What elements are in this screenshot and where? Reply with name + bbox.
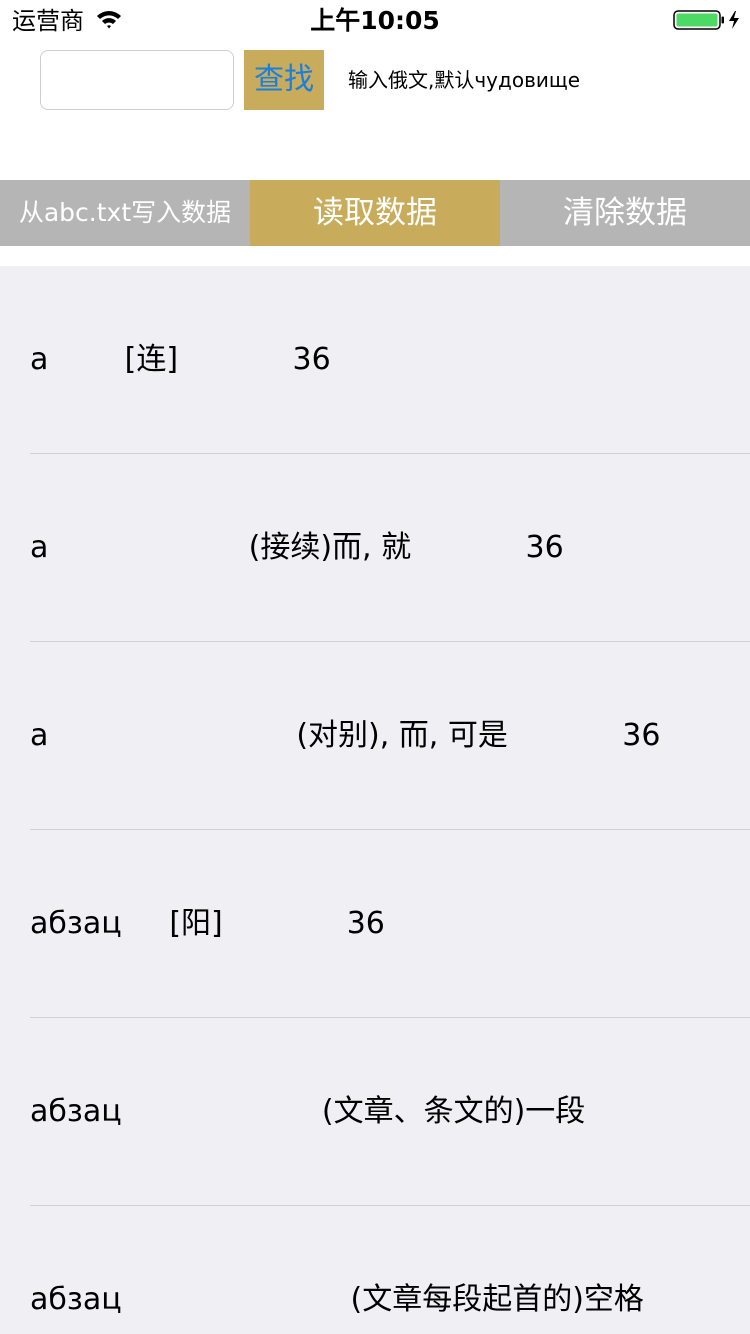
clear-data-button[interactable]: 清除数据 xyxy=(500,180,750,246)
action-bar: 从abc.txt写入数据 读取数据 清除数据 xyxy=(0,180,750,246)
battery-charging-icon xyxy=(673,10,739,30)
list-item-text: абзац [阳] 36 xyxy=(30,906,385,941)
search-button[interactable]: 查找 xyxy=(244,50,324,110)
list-item-text: абзац (文章、条文的)一段 xyxy=(30,1094,586,1129)
list-item-text: a [连] 36 xyxy=(30,342,331,377)
list-item-text: a (对别), 而, 可是 36 xyxy=(30,718,661,753)
import-from-file-button[interactable]: 从abc.txt写入数据 xyxy=(0,180,250,246)
list-item[interactable]: абзац [阳] 36 xyxy=(0,830,750,1018)
list-item[interactable]: a [连] 36 xyxy=(0,266,750,454)
read-data-button[interactable]: 读取数据 xyxy=(250,180,500,246)
search-input[interactable] xyxy=(40,50,234,110)
list-item-text: абзац (文章每段起首的)空格 xyxy=(30,1282,644,1317)
word-list[interactable]: a [连] 36 a (接续)而, 就 36 a (对别), 而, 可是 36 … xyxy=(0,266,750,1334)
list-item[interactable]: a (接续)而, 就 36 xyxy=(0,454,750,642)
list-item-text: a (接续)而, 就 36 xyxy=(30,530,564,565)
list-item[interactable]: абзац (文章每段起首的)空格 xyxy=(0,1206,750,1334)
status-time: 上午10:05 xyxy=(310,6,440,35)
search-hint: 输入俄文,默认чудовище xyxy=(348,68,581,92)
list-item[interactable]: абзац (文章、条文的)一段 xyxy=(0,1018,750,1206)
list-item[interactable]: a (对别), 而, 可是 36 xyxy=(0,642,750,830)
status-bar: 运营商 上午10:05 xyxy=(0,0,750,40)
